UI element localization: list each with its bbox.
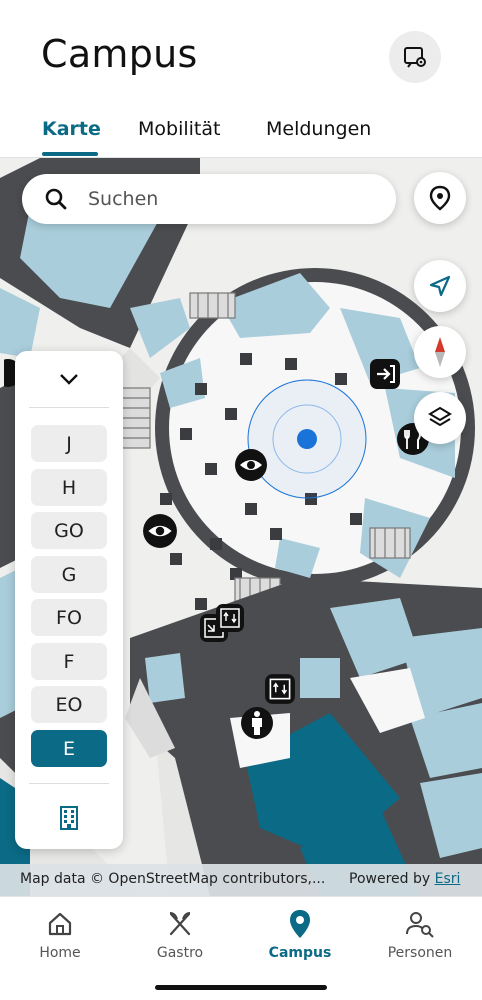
location-pin-icon [429, 185, 451, 211]
bottom-navigation: Home Gastro Campus Personen [0, 896, 482, 1000]
map-pin-icon [290, 910, 310, 938]
nav-home[interactable]: Home [0, 909, 120, 969]
level-f-button[interactable]: F [31, 643, 107, 680]
level-go-button[interactable]: GO [31, 512, 107, 549]
nav-personen-label: Personen [387, 945, 453, 961]
eye-icon[interactable] [142, 513, 178, 549]
level-fo-button[interactable]: FO [31, 599, 107, 636]
entrance-icon[interactable] [369, 358, 401, 390]
nav-home-label: Home [39, 945, 81, 961]
header: Campus Karte Mobilität Meldungen [0, 0, 482, 158]
location-filter-button[interactable] [414, 172, 466, 224]
building-select-button[interactable] [15, 798, 123, 838]
tab-meldungen[interactable]: Meldungen [266, 118, 371, 140]
level-eo-button[interactable]: EO [31, 686, 107, 723]
elevator-icon[interactable] [264, 673, 296, 705]
chevron-down-icon [60, 374, 78, 385]
active-tab-indicator [42, 152, 98, 156]
my-location-button[interactable] [414, 260, 466, 312]
powered-by: Powered by Esri [349, 871, 460, 887]
map-settings-button[interactable] [389, 31, 441, 83]
nav-campus-label: Campus [268, 945, 332, 961]
level-j-button[interactable]: J [31, 425, 107, 462]
esri-link[interactable]: Esri [435, 871, 461, 887]
layers-icon [428, 406, 452, 427]
level-picker-collapse-button[interactable] [15, 359, 123, 399]
powered-by-label: Powered by [349, 871, 431, 887]
divider [29, 407, 109, 408]
home-indicator [155, 985, 327, 990]
campus-map[interactable]: J H GO G FO F EO E Map data © OpenStreet… [0, 158, 482, 896]
nav-campus[interactable]: Campus [240, 909, 360, 969]
navigation-arrow-icon [429, 275, 451, 297]
nav-personen[interactable]: Personen [360, 909, 480, 969]
tab-bar: Karte Mobilität Meldungen [0, 112, 482, 158]
person-icon[interactable] [240, 706, 274, 740]
level-picker: J H GO G FO F EO E [15, 351, 123, 849]
level-e-button[interactable]: E [31, 730, 107, 767]
tab-mobilitaet[interactable]: Mobilität [138, 118, 220, 140]
elevator-icon[interactable] [215, 603, 245, 633]
search-bar[interactable] [22, 174, 396, 224]
map-settings-icon [404, 47, 426, 68]
nav-gastro[interactable]: Gastro [120, 909, 240, 969]
page-title: Campus [41, 32, 198, 76]
map-attribution: Map data © OpenStreetMap contributors,..… [0, 864, 482, 896]
compass-icon [435, 337, 445, 367]
layers-button[interactable] [414, 392, 466, 444]
compass-button[interactable] [414, 326, 466, 378]
search-icon [45, 188, 67, 210]
eye-icon[interactable] [234, 448, 268, 482]
fork-knife-icon [169, 912, 191, 936]
search-input[interactable] [88, 174, 378, 224]
level-g-button[interactable]: G [31, 556, 107, 593]
nav-gastro-label: Gastro [156, 945, 204, 961]
home-icon [48, 912, 72, 936]
building-icon [60, 806, 78, 830]
person-search-icon [406, 912, 434, 938]
tab-karte[interactable]: Karte [42, 118, 101, 140]
attribution-text: Map data © OpenStreetMap contributors,..… [20, 871, 326, 887]
divider [29, 783, 109, 784]
level-h-button[interactable]: H [31, 469, 107, 506]
